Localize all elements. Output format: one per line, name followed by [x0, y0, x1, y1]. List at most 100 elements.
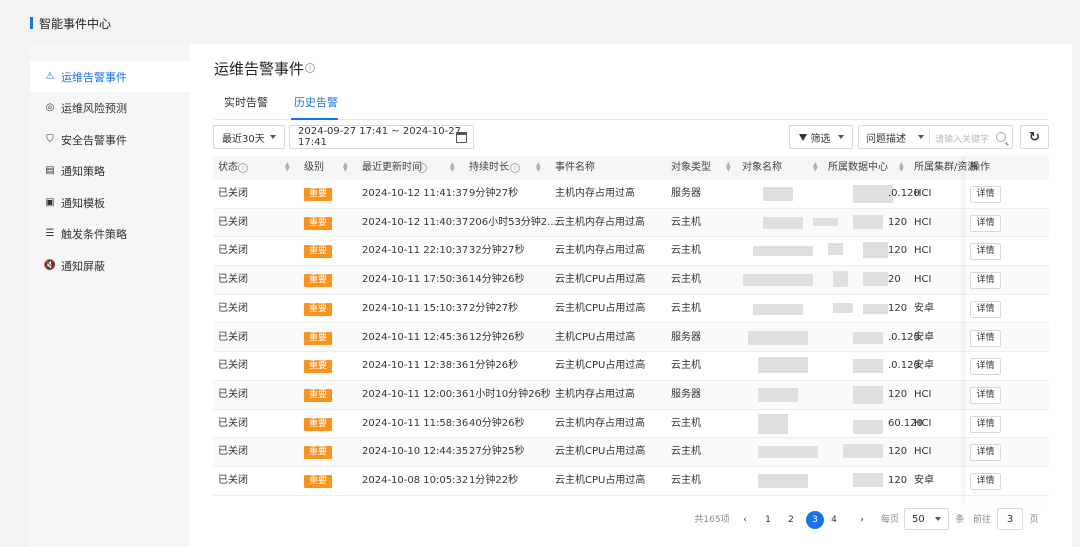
level-cell: 重要 [304, 438, 333, 466]
status-cell: 已关闭 [218, 216, 248, 228]
table-row: 已关闭 重要 2024-10-11 12:38:36 1分钟26秒 云主机CPU占用过高… [213, 352, 1049, 381]
column-header-label: 对象类型 [671, 162, 711, 173]
redacted-mask [748, 330, 808, 345]
sidebar: ⚠ 运维告警事件 ◎ 运维风险预测 ⛉ 安全告警事件 ▤ 通知策略 ▣ 通知模板 ☰ 触发条件策略 🔇 通… [30, 44, 190, 547]
column-header[interactable]: 事件名称 [555, 156, 595, 180]
duration-cell: 12分钟26秒 [469, 331, 525, 343]
sort-icon[interactable]: ▲ ▼ [285, 162, 290, 173]
page-number-button[interactable]: 1 [763, 511, 773, 529]
info-icon[interactable]: i [305, 63, 315, 73]
filter-label: 筛选 [810, 133, 831, 145]
detail-button[interactable]: 详情 [970, 300, 1001, 318]
sidebar-item-6[interactable]: 🔇 通知屏蔽 [30, 250, 190, 281]
main-panel: 运维告警事件 i 实时告警 历史告警 最近30天 2024-09-27 17:4… [190, 44, 1072, 547]
search-field-select[interactable]: 问题描述 [866, 130, 906, 145]
detail-button[interactable]: 详情 [970, 444, 1001, 462]
redacted-mask [753, 246, 813, 257]
datacenter-cell: 120 [888, 446, 908, 458]
event-name-cell: 主机内存占用过高 [555, 388, 635, 400]
goto-page-input[interactable]: 3 [997, 508, 1023, 530]
page-number-button[interactable]: 3 [806, 511, 824, 529]
datacenter-cell: 120 [888, 216, 908, 228]
column-header[interactable]: 所属数据中心 [828, 156, 888, 180]
per-page-select[interactable]: 50 [904, 508, 949, 530]
info-icon[interactable]: i [238, 163, 248, 173]
column-header[interactable]: 持续时长 [469, 156, 509, 180]
calendar-icon [456, 132, 467, 143]
page-number-button[interactable]: 4 [829, 511, 839, 529]
column-header[interactable]: 级别 [304, 156, 324, 180]
refresh-button[interactable]: ↻ [1020, 125, 1049, 149]
range-select[interactable]: 最近30天 [213, 125, 285, 149]
tab-history[interactable]: 历史告警 [291, 94, 338, 120]
detail-button[interactable]: 详情 [970, 329, 1001, 347]
datacenter-cell: 120 [888, 302, 908, 314]
title-accent-bar [30, 17, 33, 29]
cluster-cell: 安卓 [914, 475, 934, 486]
cluster-cell: 安卓 [914, 331, 934, 343]
sidebar-item-label: 通知屏蔽 [61, 259, 105, 273]
level-cell: 重要 [304, 381, 333, 409]
action-cell: 详情 [965, 324, 1049, 352]
sidebar-item-1[interactable]: ◎ 运维风险预测 [30, 92, 190, 123]
level-cell: 重要 [304, 467, 333, 495]
column-header[interactable]: 对象名称 [742, 156, 782, 180]
redacted-mask [758, 357, 808, 374]
level-badge: 重要 [304, 188, 333, 201]
goto-page-value: 3 [1006, 513, 1014, 525]
chevron-down-icon [935, 517, 941, 521]
sidebar-item-2[interactable]: ⛉ 安全告警事件 [30, 124, 190, 155]
event-name-cell: 主机CPU占用过高 [555, 331, 636, 343]
redacted-mask [833, 302, 853, 313]
sort-icon[interactable]: ▲ ▼ [450, 162, 455, 173]
redacted-mask [853, 214, 883, 229]
object-type-cell: 云主机 [671, 446, 701, 458]
detail-button[interactable]: 详情 [970, 473, 1001, 490]
toolbar: 最近30天 2024-09-27 17:41 ~ 2024-10-27 17:4… [213, 125, 1049, 149]
next-page-button[interactable]: › [857, 511, 867, 529]
detail-button[interactable]: 详情 [970, 214, 1001, 232]
table-row: 已关闭 重要 2024-10-10 12:44:35 27分钟25秒 云主机CPU占用过… [213, 438, 1049, 467]
date-range-picker[interactable]: 2024-09-27 17:41 ~ 2024-10-27 17:41 [289, 125, 474, 149]
sidebar-item-3[interactable]: ▤ 通知策略 [30, 155, 190, 186]
sort-icon[interactable]: ▲ ▼ [899, 162, 904, 173]
detail-button[interactable]: 详情 [970, 243, 1001, 261]
object-type-cell: 云主机 [671, 417, 701, 429]
info-icon[interactable]: i [417, 163, 427, 173]
template-doc-icon: ▣ [45, 197, 55, 208]
sort-icon[interactable]: ▲ ▼ [343, 162, 348, 173]
page-number-button[interactable]: 2 [786, 511, 796, 529]
redacted-mask [853, 331, 883, 344]
search-icon[interactable] [996, 132, 1006, 142]
detail-button[interactable]: 详情 [970, 415, 1001, 433]
sidebar-item-4[interactable]: ▣ 通知模板 [30, 187, 190, 218]
redacted-mask [758, 446, 818, 459]
sort-icon[interactable]: ▲ ▼ [536, 162, 541, 173]
column-header[interactable]: 所属集群/资源 [914, 156, 977, 180]
search-input[interactable]: 请输入关键字 [935, 132, 989, 145]
column-header-label: 事件名称 [555, 162, 595, 173]
detail-button[interactable]: 详情 [970, 358, 1001, 376]
sidebar-item-label: 运维告警事件 [61, 70, 127, 84]
cluster-cell: HCI [914, 388, 932, 400]
detail-button[interactable]: 详情 [970, 186, 1001, 203]
sidebar-item-0[interactable]: ⚠ 运维告警事件 [30, 61, 190, 92]
filter-button[interactable]: 筛选 [789, 125, 853, 149]
prev-page-button[interactable]: ‹ [740, 511, 750, 529]
sort-icon[interactable]: ▲ ▼ [813, 162, 818, 173]
column-header[interactable]: 对象类型 [671, 156, 711, 180]
column-header[interactable]: 最近更新时间 [362, 156, 422, 180]
chevron-down-icon [918, 135, 924, 139]
redacted-mask [828, 243, 843, 256]
goto-label: 前往 [972, 515, 991, 525]
sidebar-item-5[interactable]: ☰ 触发条件策略 [30, 218, 190, 249]
level-cell: 重要 [304, 352, 333, 380]
column-header[interactable]: 状态 [218, 156, 238, 180]
sort-icon[interactable]: ▲ ▼ [726, 162, 731, 173]
info-icon[interactable]: i [510, 163, 520, 173]
tab-realtime[interactable]: 实时告警 [224, 94, 268, 120]
action-cell: 详情 [965, 180, 1049, 208]
detail-button[interactable]: 详情 [970, 386, 1001, 404]
action-cell: 详情 [965, 352, 1049, 380]
detail-button[interactable]: 详情 [970, 272, 1001, 290]
